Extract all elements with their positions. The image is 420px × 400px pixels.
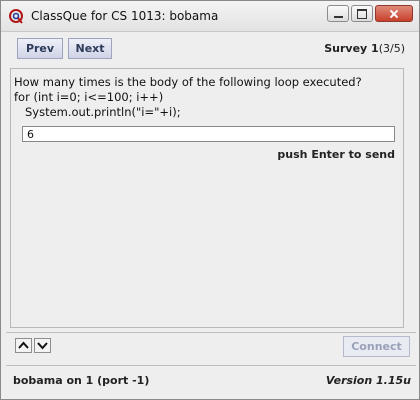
maximize-button[interactable] <box>351 5 373 22</box>
prev-button[interactable]: Prev <box>17 38 63 59</box>
question-text: How many times is the body of the follow… <box>14 75 362 119</box>
window-controls <box>325 5 413 25</box>
status-bar: bobama on 1 (port -1) Version 1.15u <box>6 365 416 396</box>
connect-button[interactable]: Connect <box>343 336 410 357</box>
classque-q-icon <box>9 9 23 24</box>
title-bar[interactable]: ClassQue for CS 1013: bobama <box>1 1 419 32</box>
version-label: Version 1.15u <box>325 374 411 387</box>
chevron-up-icon <box>18 341 29 349</box>
scroll-down-button[interactable] <box>34 338 51 353</box>
connection-status: bobama on 1 (port -1) <box>13 374 150 387</box>
navigation-bar: Prev Next Survey 1(3/5) <box>10 35 410 61</box>
chevron-down-icon <box>37 342 48 350</box>
answer-input[interactable] <box>22 126 395 142</box>
survey-label: Survey 1 <box>324 42 379 55</box>
window-title: ClassQue for CS 1013: bobama <box>31 9 219 23</box>
send-hint: push Enter to send <box>277 148 395 161</box>
scroll-up-button[interactable] <box>15 338 32 353</box>
survey-indicator: Survey 1(3/5) <box>324 42 405 55</box>
divider <box>6 332 416 333</box>
close-button[interactable] <box>375 5 413 22</box>
next-button[interactable]: Next <box>68 38 112 59</box>
survey-count: (3/5) <box>378 42 405 55</box>
app-window: ClassQue for CS 1013: bobama Prev Next S… <box>0 0 420 400</box>
minimize-button[interactable] <box>327 5 349 22</box>
